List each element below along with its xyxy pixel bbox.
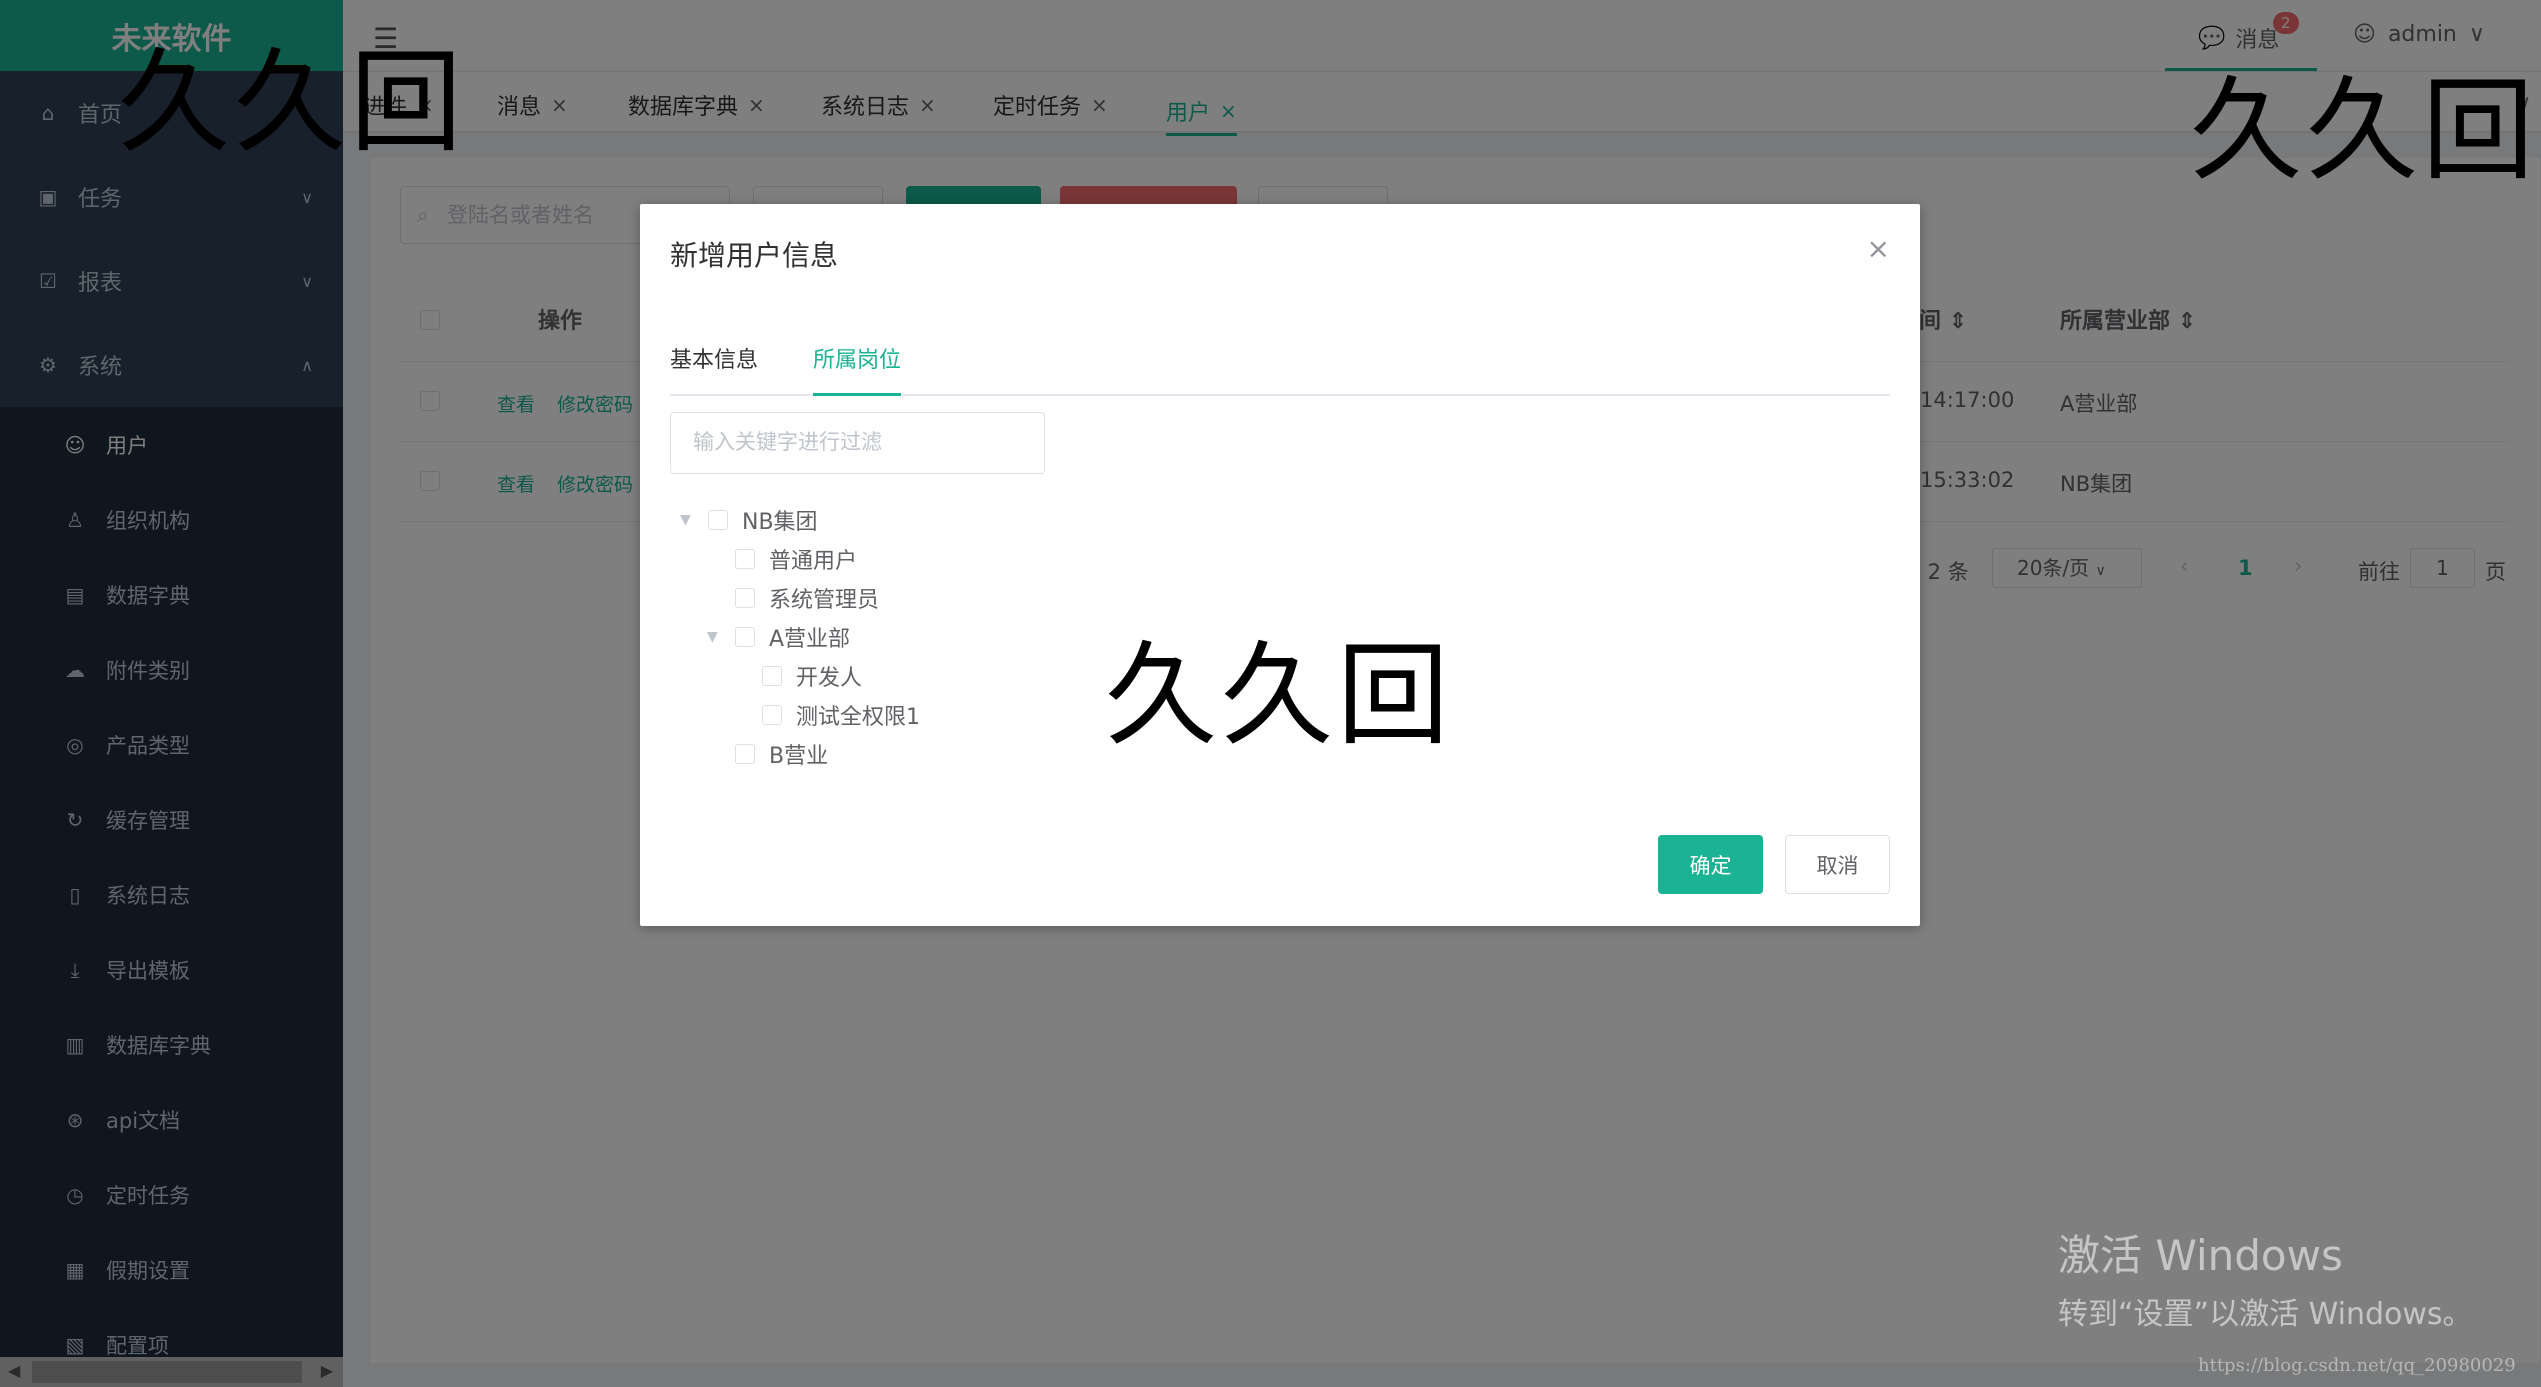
tree-node-b-branch[interactable]: B营业 — [707, 736, 828, 772]
tree-node-label: 普通用户 — [769, 549, 858, 574]
tree-checkbox[interactable] — [735, 627, 755, 647]
tree-node-label: B营业 — [769, 744, 829, 769]
tree-node-label: 开发人 — [796, 666, 863, 691]
tree-node-label: NB集团 — [742, 510, 818, 535]
tree-checkbox[interactable] — [735, 549, 755, 569]
tree-checkbox[interactable] — [762, 666, 782, 686]
source-watermark: https://blog.csdn.net/qq_20980029 — [2198, 1355, 2516, 1376]
add-user-dialog: 新增用户信息 × 基本信息 所属岗位 ▼ NB集团 普通用户 系统管理员 ▼ A营业… — [640, 204, 1920, 926]
tree-node-normal-user[interactable]: 普通用户 — [707, 541, 857, 577]
tree-node-label: 测试全权限1 — [796, 705, 920, 730]
tree-filter-input[interactable] — [670, 412, 1045, 474]
windows-activation-notice: 激活 Windows 转到“设置”以激活 Windows。 — [2058, 1222, 2473, 1333]
tab-basic-info[interactable]: 基本信息 — [670, 342, 758, 396]
watermark-text: 久久回 — [1105, 631, 1453, 761]
tree-checkbox[interactable] — [762, 705, 782, 725]
dialog-tabs: 基本信息 所属岗位 — [670, 342, 1890, 396]
tree-checkbox[interactable] — [708, 510, 728, 530]
tree-node-label: A营业部 — [769, 627, 851, 652]
confirm-button[interactable]: 确定 — [1658, 835, 1763, 894]
caret-down-icon[interactable]: ▼ — [707, 629, 727, 645]
tree-checkbox[interactable] — [735, 744, 755, 764]
watermark-text: 久久回 — [118, 38, 466, 168]
tree-node-sys-admin[interactable]: 系统管理员 — [707, 580, 879, 616]
tree-node-a-branch[interactable]: ▼ A营业部 — [707, 619, 850, 655]
dialog-title: 新增用户信息 — [670, 239, 839, 272]
activation-subtitle: 转到“设置”以激活 Windows。 — [2058, 1297, 2473, 1332]
tree-node-developer[interactable]: 开发人 — [734, 658, 862, 694]
close-icon[interactable]: × — [1867, 232, 1890, 265]
tab-positions[interactable]: 所属岗位 — [813, 342, 902, 396]
tree-node-nb-group[interactable]: ▼ NB集团 — [680, 502, 818, 538]
tree-node-label: 系统管理员 — [769, 588, 880, 613]
activation-title: 激活 Windows — [2058, 1231, 2343, 1280]
cancel-button[interactable]: 取消 — [1785, 835, 1890, 894]
caret-down-icon[interactable]: ▼ — [680, 512, 700, 528]
tree-node-tester[interactable]: 测试全权限1 — [734, 697, 920, 733]
watermark-text: 久久回 — [2190, 66, 2538, 196]
tree-checkbox[interactable] — [735, 588, 755, 608]
